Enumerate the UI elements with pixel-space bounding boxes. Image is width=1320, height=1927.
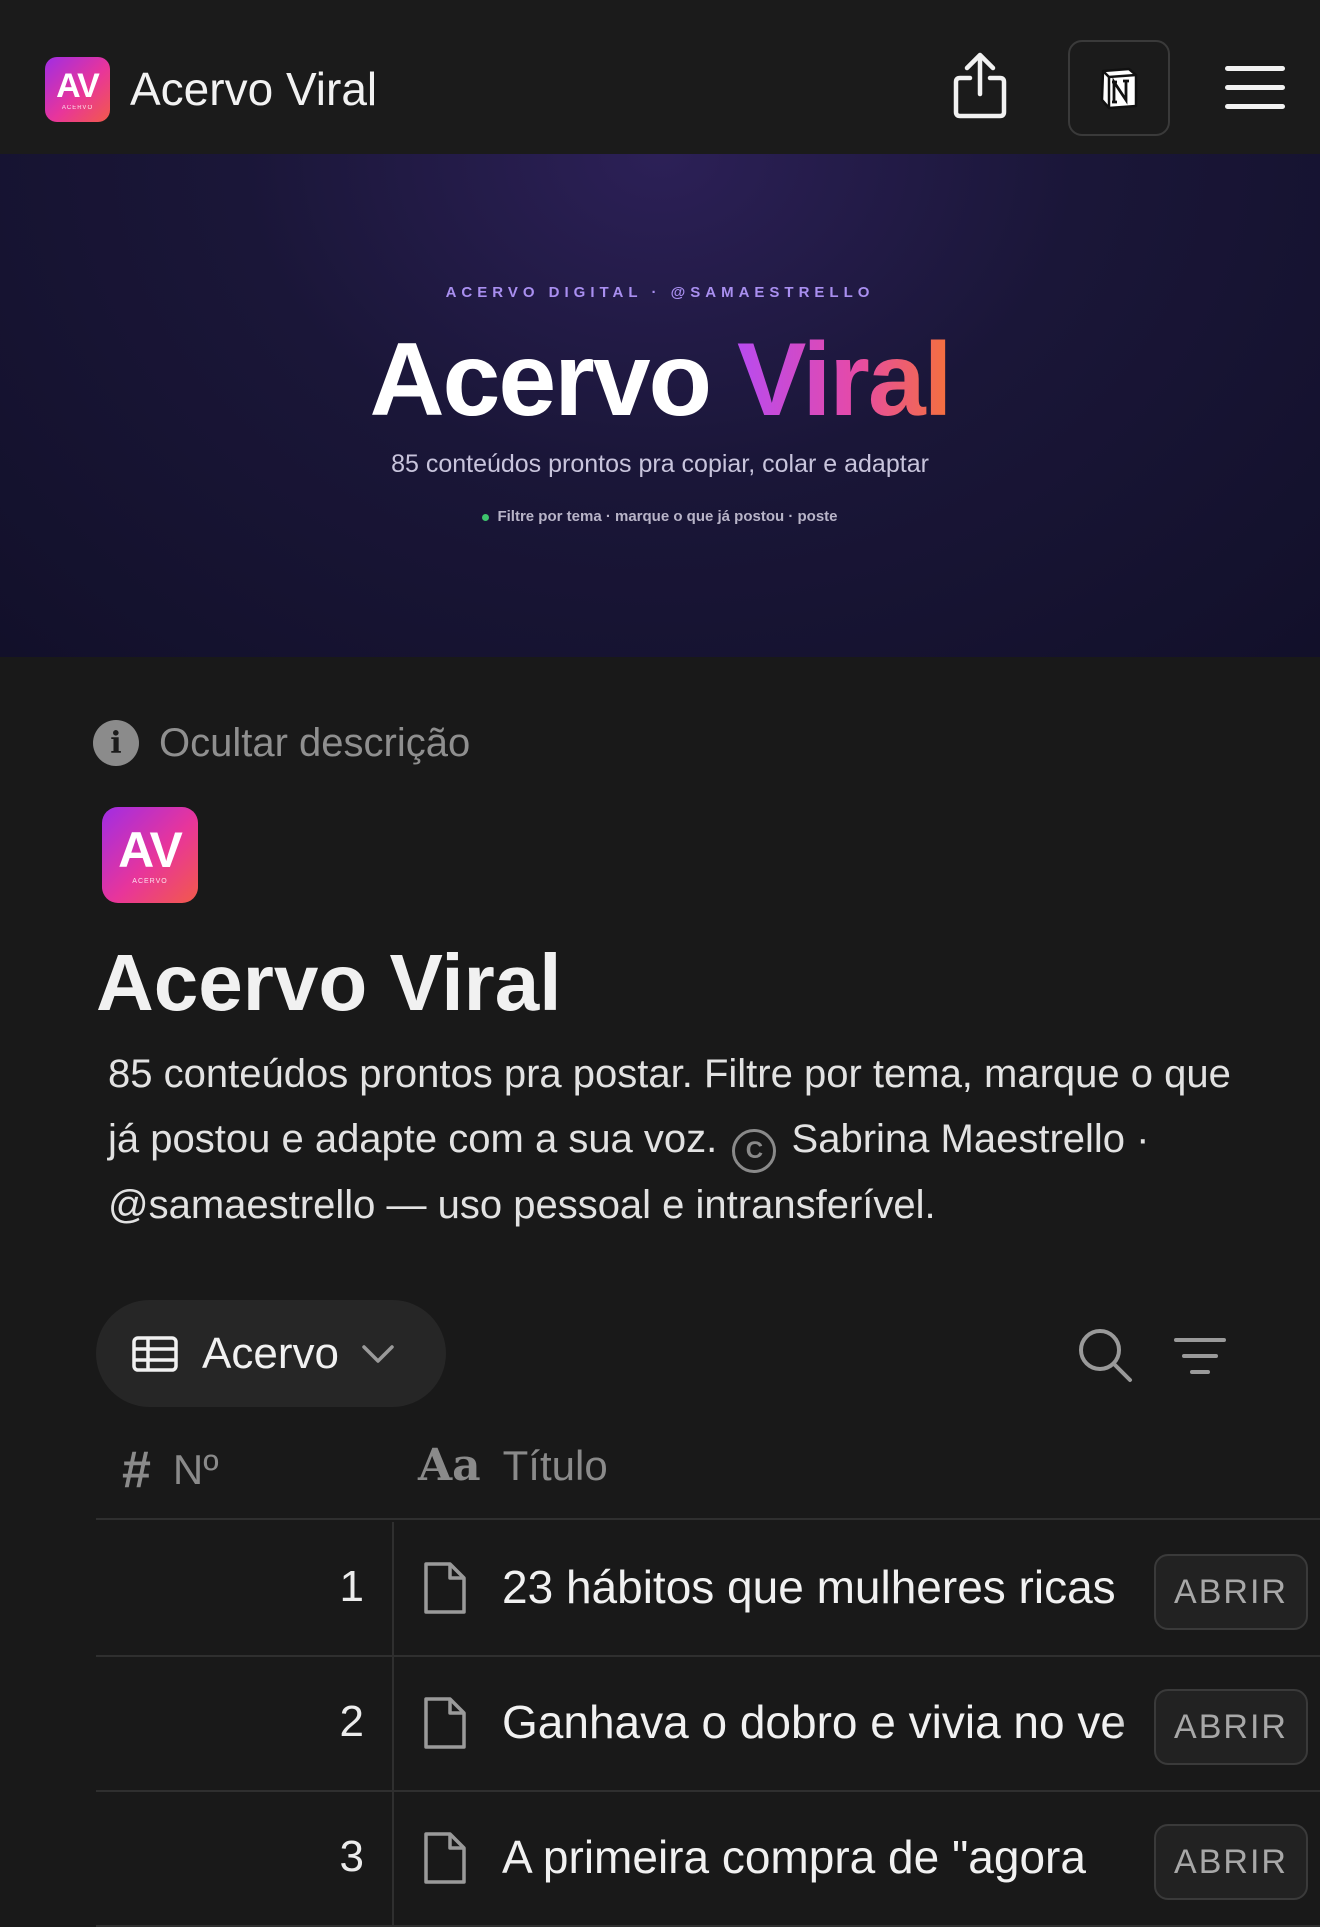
view-selector-label: Acervo	[202, 1328, 339, 1378]
share-icon	[953, 52, 1007, 118]
app-logo-subtext: ACERVO	[61, 104, 94, 111]
title-fade	[1116, 1792, 1156, 1925]
hide-description-toggle[interactable]: i Ocultar descrição	[93, 720, 470, 766]
table-row[interactable]: 2 Ganhava o dobro e vivia no ve ABRIR	[96, 1657, 1320, 1792]
column-header-title[interactable]: Aa Título	[418, 1440, 608, 1491]
menu-button[interactable]	[1220, 58, 1290, 118]
hide-description-label: Ocultar descrição	[159, 720, 471, 765]
notion-button[interactable]	[1068, 40, 1170, 136]
search-button[interactable]	[1075, 1325, 1135, 1385]
row-number: 3	[339, 1832, 364, 1881]
page-icon-subtext: ACERVO	[132, 878, 168, 885]
page-icon-text: AV	[118, 822, 183, 878]
share-button[interactable]	[945, 48, 1015, 123]
column-header-title-label: Título	[502, 1441, 608, 1489]
hash-icon: #	[122, 1441, 151, 1499]
row-number: 1	[339, 1562, 364, 1611]
app-logo-text: AV	[56, 66, 100, 105]
app-title[interactable]: Acervo Viral	[130, 62, 377, 116]
row-number-cell: 1	[96, 1522, 394, 1655]
green-dot-icon	[482, 513, 490, 521]
open-button[interactable]: ABRIR	[1154, 1689, 1308, 1765]
column-header-number[interactable]: # Nº	[122, 1440, 219, 1500]
title-fade	[1116, 1522, 1156, 1655]
banner-title-part1: Acervo	[369, 322, 712, 438]
title-fade	[1116, 1657, 1156, 1790]
document-icon	[424, 1562, 466, 1614]
banner-subtitle: 85 conteúdos prontos pra copiar, colar e…	[391, 450, 929, 478]
page-description: 85 conteúdos prontos pra postar. Filtre …	[108, 1042, 1268, 1238]
info-icon: i	[93, 720, 139, 766]
table-row[interactable]: 1 23 hábitos que mulheres ricas ABRIR	[96, 1522, 1320, 1657]
chevron-down-icon	[362, 1344, 394, 1363]
row-number-cell: 2	[96, 1657, 394, 1790]
filter-button[interactable]	[1170, 1328, 1230, 1384]
row-number: 2	[339, 1697, 364, 1746]
row-number-cell: 3	[96, 1792, 394, 1925]
table-view-icon	[132, 1335, 178, 1372]
column-header-number-label: Nº	[172, 1446, 219, 1493]
page-title: Acervo Viral	[96, 938, 562, 1027]
open-button[interactable]: ABRIR	[1154, 1824, 1308, 1900]
table-header: # Nº Aa Título	[96, 1420, 1320, 1520]
hamburger-menu-icon	[1225, 66, 1285, 109]
document-icon	[424, 1697, 466, 1749]
banner-title-part2: Viral	[736, 322, 953, 438]
open-button[interactable]: ABRIR	[1154, 1554, 1308, 1630]
copyright-icon: C	[732, 1128, 777, 1173]
search-icon	[1079, 1329, 1132, 1382]
banner-note-text: Filtre por tema · marque o que já postou…	[497, 508, 838, 525]
banner-kicker: ACERVO DIGITAL · @SAMAESTRELLO	[445, 284, 875, 301]
cover-banner: ACERVO DIGITAL · @SAMAESTRELLO Acervo Vi…	[0, 154, 1320, 657]
filter-icon	[1174, 1338, 1226, 1374]
document-icon	[424, 1832, 466, 1884]
table-row[interactable]: 3 A primeira compra de "agora ABRIR	[96, 1792, 1320, 1927]
banner-note: Filtre por tema · marque o que já postou…	[0, 508, 1320, 525]
top-bar: AV ACERVO Acervo Viral	[0, 0, 1320, 154]
view-selector[interactable]: Acervo	[96, 1300, 446, 1407]
text-property-icon: Aa	[418, 1440, 481, 1491]
page-icon[interactable]: AV ACERVO	[102, 807, 198, 903]
app-logo[interactable]: AV ACERVO	[45, 57, 110, 122]
notion-icon	[1100, 67, 1138, 110]
banner-title: Acervo Viral	[0, 320, 1320, 440]
